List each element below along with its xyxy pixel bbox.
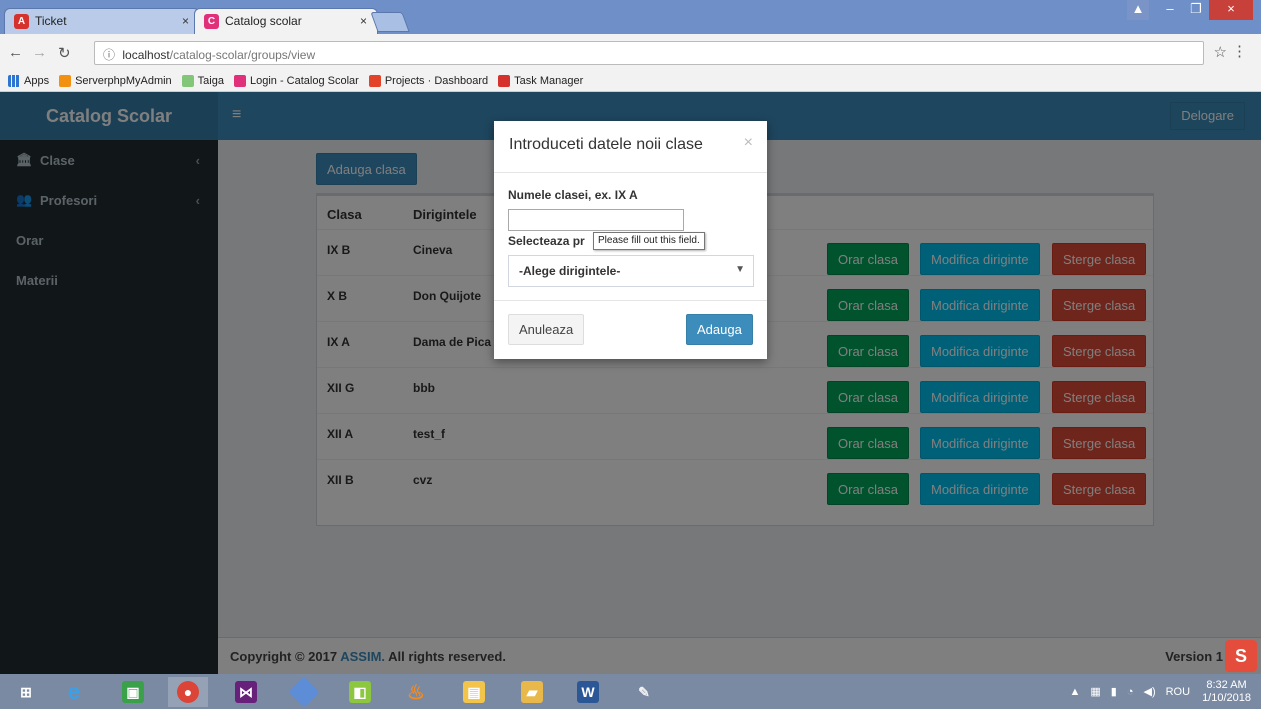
internet-explorer-icon: e [67,679,81,704]
app-icon [233,74,246,87]
new-class-modal: Introduceti datele noii clase × Numele c… [494,121,767,359]
tab-label: Ticket [35,14,67,28]
back-arrow-icon[interactable]: ← [8,44,23,61]
wifi-icon[interactable]: ◔ [1127,686,1134,698]
taskbar-app2[interactable]: ◧ [340,677,380,707]
user-icon[interactable]: ▲ [1127,0,1149,20]
validation-tooltip: Please fill out this field. [593,232,705,250]
forward-arrow-icon[interactable]: → [32,44,47,61]
clock-date: 1/10/2018 [1202,691,1251,704]
close-icon[interactable]: × [182,14,189,28]
paint-icon: ✎ [638,683,650,700]
volume-icon[interactable]: ◀) [1143,685,1155,698]
extension-badge-icon[interactable]: S [1225,640,1257,672]
new-tab-button[interactable] [370,12,410,32]
phpmyadmin-icon [59,74,72,87]
reload-icon[interactable]: ↻ [58,44,71,62]
bookmark-phpmyadmin[interactable]: ServerphpMyAdmin [59,74,172,87]
bookmark-task-manager[interactable]: Task Manager [498,74,584,87]
tab-label: Catalog scolar [225,14,302,28]
app-icon: C [204,14,219,29]
url-host: localhost [122,48,170,62]
diamond-app-icon [288,676,320,708]
teacher-select[interactable]: -Alege dirigintele- ▼ [508,255,754,287]
submit-button[interactable]: Adauga [686,314,753,345]
bookmark-label: Apps [24,74,50,87]
window-controls: ▲ – ❐ × [1127,0,1253,20]
flame-icon: ♨ [407,681,425,704]
class-name-input[interactable] [508,209,684,231]
taskbar-app[interactable] [284,676,324,708]
menu-kebab-icon[interactable]: ⋮ [1232,42,1247,60]
url-input[interactable]: ⓘ localhost/catalog-scolar/groups/view [94,41,1204,65]
taskbar-vs[interactable]: ⋈ [226,677,266,707]
puzzle-icon: ◧ [349,681,371,703]
windows-logo-icon: ⊞ [20,683,32,700]
close-window-button[interactable]: × [1209,0,1253,20]
taskbar-store[interactable]: ▣ [113,677,153,707]
cancel-button[interactable]: Anuleaza [508,314,585,345]
address-bar: ← → ↻ ⓘ localhost/catalog-scolar/groups/… [0,34,1261,70]
bookmark-projects[interactable]: Projects · Dashboard [368,74,489,87]
language-indicator[interactable]: ROU [1166,686,1190,698]
bookmark-login[interactable]: Login - Catalog Scolar [233,74,359,87]
bookmark-label: Task Manager [514,74,584,87]
store-icon: ▣ [122,681,144,703]
url-path: /catalog-scolar/groups/view [169,48,316,62]
clock[interactable]: 8:32 AM 1/10/2018 [1202,679,1251,705]
teacher-select-value: -Alege dirigintele- [519,264,621,278]
taskbar-paint[interactable]: ✎ [624,677,664,707]
chevron-up-icon[interactable]: ▲ [1069,686,1080,698]
browser-tab-catalog[interactable]: C Catalog scolar × [194,8,378,34]
apps-grid-icon [8,74,20,87]
taiga-icon [181,74,194,87]
taskbar-xampp[interactable]: ♨ [396,677,436,707]
minimize-button[interactable]: – [1157,0,1183,20]
taskbar-ie[interactable]: e [54,677,94,707]
angular-icon [498,74,511,87]
browser-tabstrip: A Ticket × C Catalog scolar × ▲ – ❐ × [0,0,1261,34]
bookmark-label: Login - Catalog Scolar [249,74,359,87]
system-tray: ▲ ▦ ▮ ◔ ◀) ROU 8:32 AM 1/10/2018 [1059,674,1251,709]
bookmark-label: Projects · Dashboard [384,74,489,87]
modal-title: Introduceti datele noii clase [509,136,703,153]
start-button[interactable]: ⊞ [6,677,46,707]
word-icon: W [577,681,599,703]
bookmark-label: ServerphpMyAdmin [75,74,172,87]
chrome-icon: ● [177,681,199,703]
bookmark-apps[interactable]: Apps [8,74,50,87]
maximize-button[interactable]: ❐ [1183,0,1209,20]
bookmarks-bar: Apps ServerphpMyAdmin Taiga Login - Cata… [0,70,1261,92]
class-name-label: Numele clasei, ex. IX A [508,188,638,202]
chevron-down-icon: ▼ [735,264,745,275]
taskbar-explorer[interactable]: ▤ [454,677,494,707]
divider [494,172,767,173]
visual-studio-icon: ⋈ [235,681,257,703]
bookmark-label: Taiga [197,74,224,87]
taskbar-folder[interactable]: ▰ [512,677,552,707]
divider [494,300,767,301]
taskbar-word[interactable]: W [568,677,608,707]
clock-time: 8:32 AM [1206,678,1247,691]
battery-icon[interactable]: ▮ [1111,685,1117,698]
bookmark-star-icon[interactable]: ☆ [1214,43,1227,61]
file-explorer-icon: ▤ [463,681,485,703]
teacher-select-label: Selecteaza pr [508,234,585,248]
angular-icon: A [14,14,29,29]
bookmark-taiga[interactable]: Taiga [181,74,224,87]
info-icon[interactable]: ⓘ [103,48,115,62]
close-icon[interactable]: × [744,134,753,152]
network-icon[interactable]: ▦ [1090,685,1100,698]
close-icon[interactable]: × [360,14,367,28]
browser-tab-ticket[interactable]: A Ticket × [4,8,200,34]
folder-icon: ▰ [521,681,543,703]
gitlab-icon [368,74,381,87]
taskbar-chrome[interactable]: ● [168,677,208,707]
windows-taskbar: ⊞ e ▣ ● ⋈ ◧ ♨ ▤ ▰ W ✎ ▲ ▦ ▮ ◔ ◀) ROU 8:3… [0,674,1261,709]
